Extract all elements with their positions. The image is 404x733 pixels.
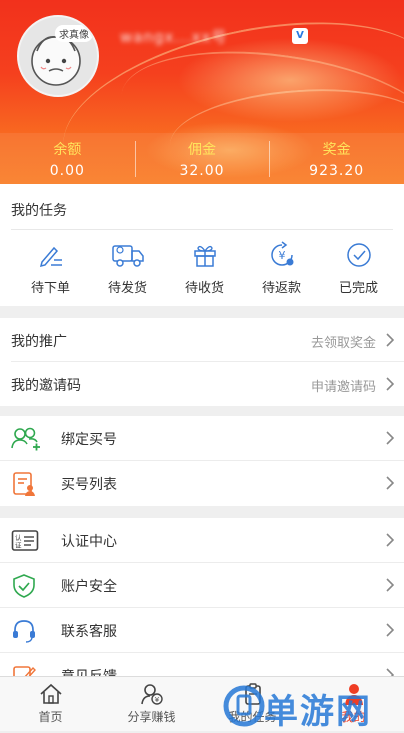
svg-text:¥: ¥ xyxy=(278,249,285,262)
bind-buyer-account-row[interactable]: 绑定买号 xyxy=(0,416,404,461)
user-list-icon xyxy=(13,472,35,496)
row-hint: 申请邀请码 xyxy=(310,380,376,395)
stat-label: 余额 xyxy=(53,142,82,158)
task-label: 待收货 xyxy=(184,281,224,296)
tab-label: 我的 xyxy=(341,710,366,724)
chevron-right-icon xyxy=(386,377,394,391)
chevron-right-icon xyxy=(386,431,394,445)
buyer-account-list-row[interactable]: 买号列表 xyxy=(0,461,404,506)
row-label: 绑定买号 xyxy=(61,432,117,448)
gift-box-icon xyxy=(193,245,216,267)
home-icon xyxy=(39,683,62,704)
vip-badge-icon: V xyxy=(292,28,308,44)
my-promotion-row[interactable]: 我的推广 去领取奖金 xyxy=(0,318,404,362)
section-title: 我的任务 xyxy=(11,203,67,219)
bottom-tab-bar: 首页 ¥ 分享赚钱 我的任务 我的 xyxy=(0,676,404,731)
tab-label: 我的任务 xyxy=(228,710,277,724)
stat-balance[interactable]: 余额 0.00 xyxy=(0,133,135,184)
row-label: 买号列表 xyxy=(61,477,117,493)
user-icon xyxy=(344,684,363,705)
check-circle-icon xyxy=(346,243,371,267)
my-tasks-section: 我的任务 待下单 待发货 待收货 ¥ 待返款 已完成 xyxy=(0,184,404,306)
stat-commission[interactable]: 佣金 32.00 xyxy=(134,133,270,184)
task-label: 待返款 xyxy=(261,281,301,296)
certification-icon: 认 证 xyxy=(11,530,39,551)
tab-mine[interactable]: 我的 xyxy=(303,677,404,731)
add-users-icon xyxy=(11,427,40,451)
task-completed[interactable]: 已完成 xyxy=(320,240,397,296)
task-pending-refund[interactable]: ¥ 待返款 xyxy=(243,240,320,296)
stat-value: 32.00 xyxy=(179,163,225,179)
row-label: 认证中心 xyxy=(61,534,117,550)
profile-header: 求真像 wangx...xx号 V 余额 0.00 佣金 32.00 奖金 92… xyxy=(0,0,404,184)
headset-icon xyxy=(13,620,35,643)
refund-yen-icon: ¥ xyxy=(270,241,293,266)
svg-text:证: 证 xyxy=(15,542,22,550)
row-label: 我的推广 xyxy=(11,334,67,350)
tab-label: 首页 xyxy=(38,710,63,724)
stat-label: 奖金 xyxy=(322,142,351,158)
account-security-row[interactable]: 账户安全 xyxy=(0,563,404,608)
tab-share-earn[interactable]: ¥ 分享赚钱 xyxy=(101,677,202,731)
stat-value: 923.20 xyxy=(309,163,365,179)
row-label: 账户安全 xyxy=(61,579,117,595)
task-pending-shipment[interactable]: 待发货 xyxy=(89,240,166,296)
avatar[interactable]: 求真像 xyxy=(17,15,99,97)
stat-value: 0.00 xyxy=(49,163,85,179)
chevron-right-icon xyxy=(386,333,394,347)
truck-icon xyxy=(111,245,144,267)
row-label: 联系客服 xyxy=(61,624,117,640)
my-invite-code-row[interactable]: 我的邀请码 申请邀请码 xyxy=(0,362,404,406)
task-pending-receipt[interactable]: 待收货 xyxy=(166,240,243,296)
promotion-section: 我的推广 去领取奖金 我的邀请码 申请邀请码 xyxy=(0,318,404,406)
task-pending-order[interactable]: 待下单 xyxy=(12,240,89,296)
task-clipboard-icon xyxy=(244,683,261,705)
service-section: 认 证 认证中心 账户安全 联系客服 xyxy=(0,518,404,686)
tab-label: 分享赚钱 xyxy=(127,710,176,724)
avatar-tag: 求真像 xyxy=(55,25,93,42)
row-hint: 去领取奖金 xyxy=(310,336,376,351)
chevron-right-icon xyxy=(386,476,394,490)
certification-center-row[interactable]: 认 证 认证中心 xyxy=(0,518,404,563)
username: wangx...xx号 xyxy=(120,28,228,46)
stat-bonus[interactable]: 奖金 923.20 xyxy=(269,133,404,184)
tab-my-tasks[interactable]: 我的任务 xyxy=(202,677,303,731)
edit-list-icon xyxy=(39,246,62,268)
row-label: 我的邀请码 xyxy=(11,378,81,394)
chevron-right-icon xyxy=(386,623,394,637)
contact-support-row[interactable]: 联系客服 xyxy=(0,608,404,653)
chevron-right-icon xyxy=(386,578,394,592)
task-label: 待发货 xyxy=(107,281,147,296)
shield-check-icon xyxy=(13,574,35,598)
task-label: 待下单 xyxy=(30,281,70,296)
share-money-icon: ¥ xyxy=(140,684,163,705)
chevron-right-icon xyxy=(386,533,394,547)
task-label: 已完成 xyxy=(338,281,378,296)
svg-text:¥: ¥ xyxy=(154,696,159,704)
buyer-account-section: 绑定买号 买号列表 xyxy=(0,416,404,506)
tab-home[interactable]: 首页 xyxy=(0,677,101,731)
balance-stats: 余额 0.00 佣金 32.00 奖金 923.20 xyxy=(0,133,404,184)
stat-label: 佣金 xyxy=(188,142,216,158)
